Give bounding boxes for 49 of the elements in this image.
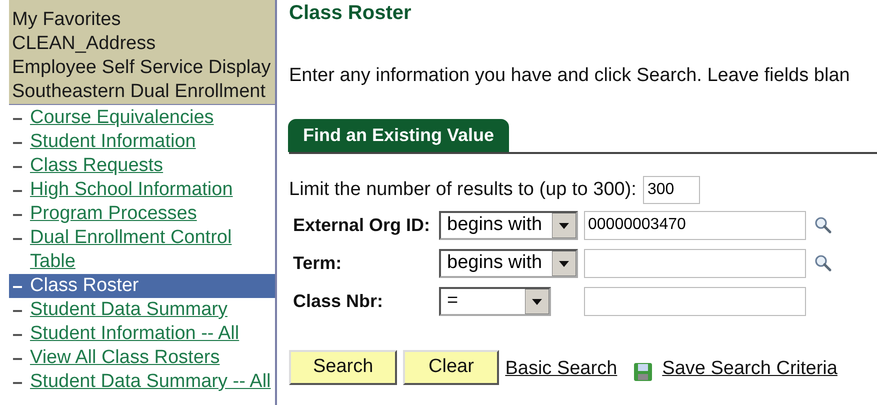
operator-dropdown[interactable]: begins with [439, 210, 578, 240]
operator-dropdown[interactable]: begins with [439, 248, 578, 278]
action-button[interactable]: Clear [403, 350, 500, 384]
basic-search-link[interactable]: Basic Search [505, 355, 618, 384]
save-search-criteria-link[interactable]: Save Search Criteria [662, 355, 838, 384]
value-field[interactable] [584, 286, 806, 316]
caret-icon[interactable] [525, 288, 549, 314]
menu-item[interactable]: Student Information -- All [9, 322, 275, 346]
dash-icon [13, 190, 22, 192]
dash-icon [13, 238, 22, 240]
menu-item[interactable]: Dual Enrollment Control Table [9, 226, 275, 274]
field-label: External Org ID: [293, 214, 432, 237]
value-field[interactable]: 00000003470 [584, 210, 806, 240]
dash-icon [13, 286, 22, 288]
tab[interactable]: Find an Existing Value [288, 119, 510, 152]
menu-item[interactable]: Course Equivalencies [9, 106, 275, 130]
search-icon[interactable] [814, 216, 832, 234]
favorites-entry[interactable]: CLEAN_Address [9, 32, 275, 56]
field-label: Class Nbr: [293, 290, 384, 312]
menu-item[interactable]: Program Processes [9, 202, 275, 226]
dash-icon [13, 142, 22, 144]
dash-icon [13, 214, 22, 216]
favorites-entry[interactable]: My Favorites [9, 8, 275, 32]
search-icon[interactable] [814, 254, 832, 272]
action-button[interactable]: Search [289, 350, 398, 384]
menu-item[interactable]: Student Information [9, 130, 275, 154]
menu-item[interactable]: Class Requests [9, 154, 275, 178]
instruction-text: Enter any information you have and click Search. Leave fields blan [289, 66, 851, 86]
favorites-entry[interactable]: Southeastern Dual Enrollment [9, 80, 275, 104]
caret-icon[interactable] [552, 250, 576, 276]
field-label: Term: [293, 252, 343, 274]
menu-item[interactable]: Student Data Summary [9, 298, 275, 322]
operator-dropdown[interactable]: = [439, 286, 551, 316]
dash-icon [13, 382, 22, 384]
menu-item[interactable]: Class Roster [9, 274, 275, 298]
caret-icon[interactable] [552, 212, 576, 238]
limit-field[interactable]: 300 [643, 176, 700, 204]
dash-icon [13, 118, 22, 120]
menu-item[interactable]: High School Information [9, 178, 275, 202]
dash-icon [13, 334, 22, 336]
menu-item[interactable]: Student Data Summary -- All [9, 370, 275, 394]
favorites-entry[interactable]: Employee Self Service Display [9, 56, 275, 80]
page-title: Class Roster [289, 1, 412, 26]
limit-label: Limit the number of results to (up to 300): [289, 178, 636, 202]
dash-icon [13, 358, 22, 360]
dash-icon [13, 166, 22, 168]
value-field[interactable] [584, 248, 806, 278]
dash-icon [13, 310, 22, 312]
menu-item[interactable]: View All Class Rosters [9, 346, 275, 370]
